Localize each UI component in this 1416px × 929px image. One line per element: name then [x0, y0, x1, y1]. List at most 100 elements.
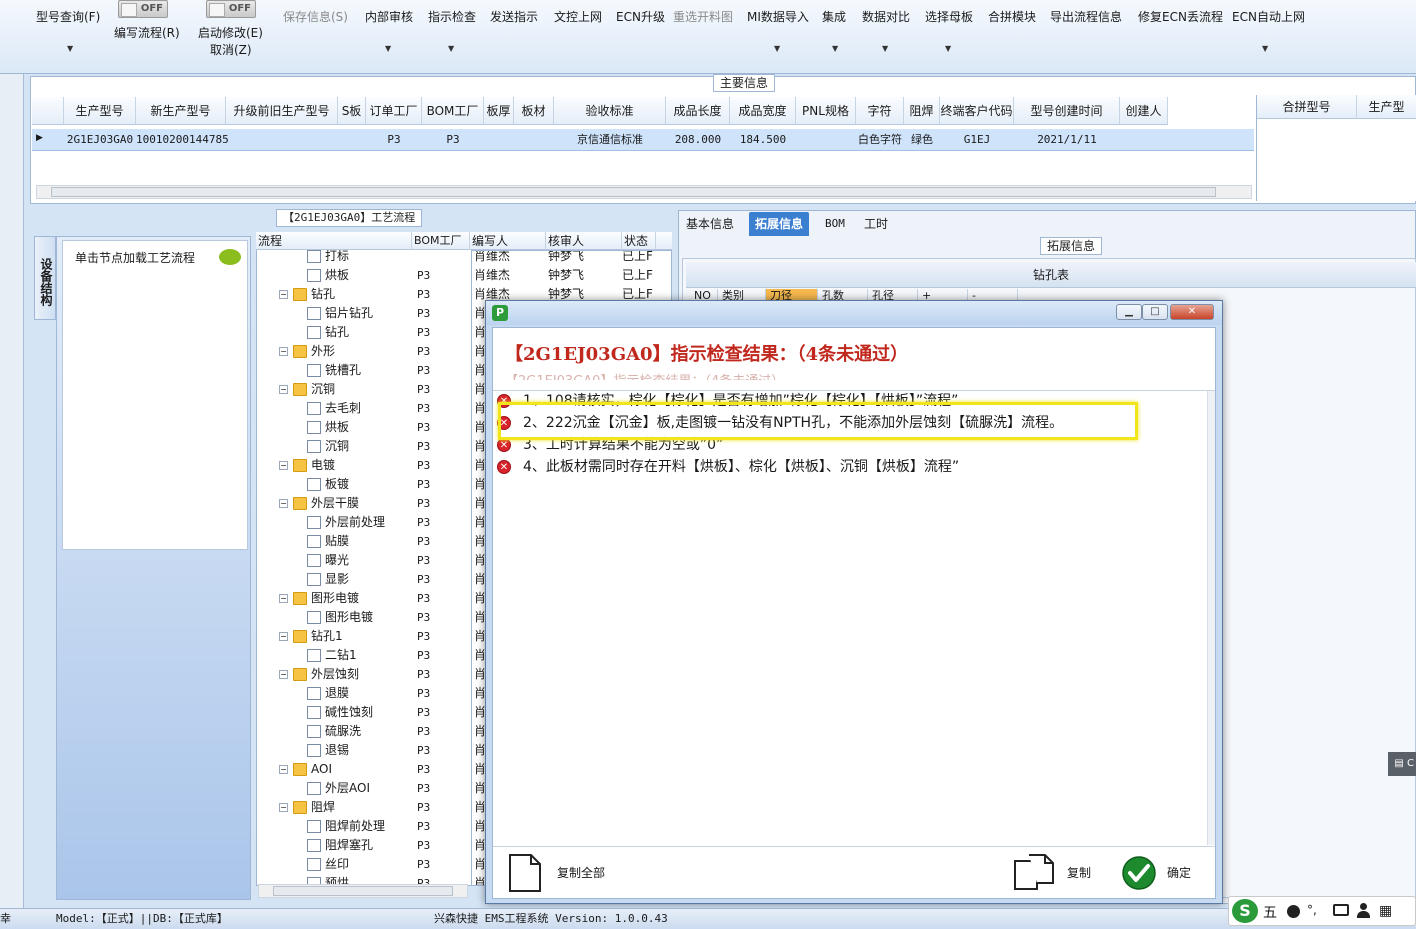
copy-all-button[interactable]: 复制全部 — [507, 853, 617, 893]
start-modify-toggle[interactable]: OFF — [206, 0, 256, 18]
cell-old-production-model[interactable] — [226, 130, 338, 150]
error-item[interactable]: ✕ 4、此板材需同时存在开料【烘板】、棕化【烘板】、沉铜【烘板】流程” — [497, 456, 959, 478]
tree-hscroll[interactable] — [258, 884, 468, 898]
tree-folder-node[interactable]: AOI — [293, 760, 332, 779]
sidebar-tab-equipment[interactable]: 设备结构 — [34, 236, 56, 320]
tree-leaf-node[interactable]: 硫脲洗 — [307, 722, 361, 741]
col-old-production-model[interactable]: 升级前旧生产型号 — [226, 97, 338, 125]
edit-flow-button[interactable]: 编写流程(R) — [114, 24, 180, 41]
maximize-icon[interactable]: □ — [1142, 304, 1168, 320]
chevron-down-icon[interactable]: ▼ — [945, 44, 951, 53]
sidebar-list[interactable]: 单击节点加载工艺流程 — [62, 240, 248, 550]
cell-finished-length[interactable]: 208.000 — [666, 130, 730, 150]
collapse-icon[interactable]: − — [279, 765, 288, 774]
dialog-titlebar[interactable]: P ▁ □ ✕ — [486, 301, 1222, 325]
col-order-factory[interactable]: 订单工厂 — [366, 97, 422, 125]
minimize-icon[interactable]: ▁ — [1116, 304, 1142, 320]
chevron-down-icon[interactable]: ▼ — [882, 44, 888, 53]
ecn-auto-online-button[interactable]: ECN自动上网 — [1232, 8, 1305, 25]
collapse-icon[interactable]: − — [279, 385, 288, 394]
tree-col-author[interactable]: 编写人 — [470, 232, 546, 250]
col-end-customer-code[interactable]: 终端客户代码 — [940, 97, 1014, 125]
col-board-material[interactable]: 板材 — [514, 97, 554, 125]
tree-folder-node[interactable]: 图形电镀 — [293, 589, 359, 608]
tree-leaf-node[interactable]: 外层前处理 — [307, 513, 385, 532]
punctuation-icon[interactable]: °, — [1307, 903, 1317, 917]
dialog-vscroll[interactable] — [1207, 391, 1215, 845]
col-production-model[interactable]: 生产型号 — [64, 97, 136, 125]
cell-solder-mask[interactable]: 绿色 — [904, 130, 940, 150]
tree-folder-node[interactable]: 外层蚀刻 — [293, 665, 359, 684]
cell-new-production-model[interactable]: 10010200144785 — [136, 130, 229, 150]
tree-leaf-node[interactable]: 板镀 — [307, 475, 349, 494]
instruction-check-button[interactable]: 指示检查 — [428, 8, 476, 25]
tree-leaf-node[interactable]: 退锡 — [307, 741, 349, 760]
grid-icon[interactable]: ▦ — [1379, 903, 1395, 919]
ecn-upgrade-button[interactable]: ECN升级 — [616, 8, 665, 25]
collapse-icon[interactable]: − — [279, 461, 288, 470]
col-model-create-time[interactable]: 型号创建时间 — [1014, 97, 1120, 125]
cell-bom-factory[interactable]: P3 — [422, 130, 484, 150]
collapse-icon[interactable]: − — [279, 347, 288, 356]
moon-icon[interactable] — [1287, 905, 1300, 918]
user-icon[interactable] — [1357, 903, 1370, 919]
chevron-down-icon[interactable]: ▼ — [1262, 44, 1268, 53]
model-query-button[interactable]: 型号查询(F) — [36, 8, 100, 25]
cell-s-board[interactable] — [338, 130, 366, 150]
col-legend[interactable]: 字符 — [856, 97, 904, 125]
tree-leaf-node[interactable]: 阻焊塞孔 — [307, 836, 373, 855]
ime-mode[interactable]: 五 — [1263, 902, 1277, 922]
cancel-button[interactable]: 取消(Z) — [210, 41, 252, 58]
cell-pnl-spec[interactable] — [796, 130, 856, 150]
export-flow-button[interactable]: 导出流程信息 — [1050, 8, 1122, 25]
merge-module-button[interactable]: 合拼模块 — [988, 8, 1036, 25]
cell-legend[interactable]: 白色字符 — [856, 130, 904, 150]
col-bom-factory[interactable]: BOM工厂 — [422, 97, 484, 125]
tree-leaf-node[interactable]: 图形电镀 — [307, 608, 373, 627]
doc-control-online-button[interactable]: 文控上网 — [554, 8, 602, 25]
tree-leaf-node[interactable]: 铝片钻孔 — [307, 304, 373, 323]
cell-order-factory[interactable]: P3 — [366, 130, 422, 150]
cell-model-create-time[interactable]: 2021/1/11 — [1014, 130, 1120, 150]
reselect-cutting-button[interactable]: 重选开料图 — [673, 8, 733, 25]
select-motherboard-button[interactable]: 选择母板 — [925, 8, 973, 25]
cell-end-customer-code[interactable]: G1EJ — [940, 130, 1014, 150]
cell-board-material[interactable] — [514, 130, 554, 150]
tree-leaf-node[interactable]: 外层AOI — [307, 779, 370, 798]
ok-button[interactable]: 确定 — [1121, 853, 1211, 893]
cell-board-thickness[interactable] — [484, 130, 514, 150]
tree-leaf-node[interactable]: 去毛刺 — [307, 399, 361, 418]
chevron-down-icon[interactable]: ▼ — [832, 44, 838, 53]
error-item[interactable]: ✕ 1、108请核实，棕化【棕化】是否有增加”棕化【棕化】【烘板】”流程” — [497, 390, 958, 412]
chevron-down-icon[interactable]: ▼ — [67, 44, 73, 53]
tree-leaf-node[interactable]: 二钻1 — [307, 646, 357, 665]
col-creator[interactable]: 创建人 — [1120, 97, 1168, 125]
edit-flow-toggle[interactable]: OFF — [118, 0, 168, 18]
tree-leaf-node[interactable]: 沉铜 — [307, 437, 349, 456]
ime-logo-icon[interactable]: S — [1232, 899, 1258, 923]
collapse-icon[interactable]: − — [279, 290, 288, 299]
close-icon[interactable]: ✕ — [1170, 304, 1214, 320]
tree-col-status[interactable]: 状态 — [622, 232, 656, 250]
tree-folder-node[interactable]: 钻孔1 — [293, 627, 343, 646]
send-instruction-button[interactable]: 发送指示 — [490, 8, 538, 25]
tree-leaf-node[interactable]: 碱性蚀刻 — [307, 703, 373, 722]
chevron-down-icon[interactable]: ▼ — [774, 44, 780, 53]
tree-leaf-node[interactable]: 显影 — [307, 570, 349, 589]
tab-bom[interactable]: BOM — [819, 212, 851, 236]
cell-creator[interactable] — [1120, 130, 1168, 150]
col-board-thickness[interactable]: 板厚 — [484, 97, 514, 125]
tree-leaf-node[interactable]: 曝光 — [307, 551, 349, 570]
chevron-down-icon[interactable]: ▼ — [448, 44, 454, 53]
tree-leaf-node[interactable]: 铣槽孔 — [307, 361, 361, 380]
keyboard-icon[interactable] — [1333, 904, 1349, 916]
col-new-production-model[interactable]: 新生产型号 — [136, 97, 226, 125]
cell-acceptance-standard[interactable]: 京信通信标准 — [554, 130, 666, 150]
tree-leaf-node[interactable]: 丝印 — [307, 855, 349, 874]
fix-ecn-flow-button[interactable]: 修复ECN丢流程 — [1138, 8, 1223, 25]
side-collapse-button[interactable]: ▤ C — [1388, 752, 1416, 776]
production-model-header[interactable]: 生产型 — [1357, 95, 1416, 119]
chevron-down-icon[interactable]: ▼ — [385, 44, 391, 53]
main-grid-hscroll[interactable] — [36, 185, 1252, 199]
tree-folder-node[interactable]: 阻焊 — [293, 798, 335, 817]
